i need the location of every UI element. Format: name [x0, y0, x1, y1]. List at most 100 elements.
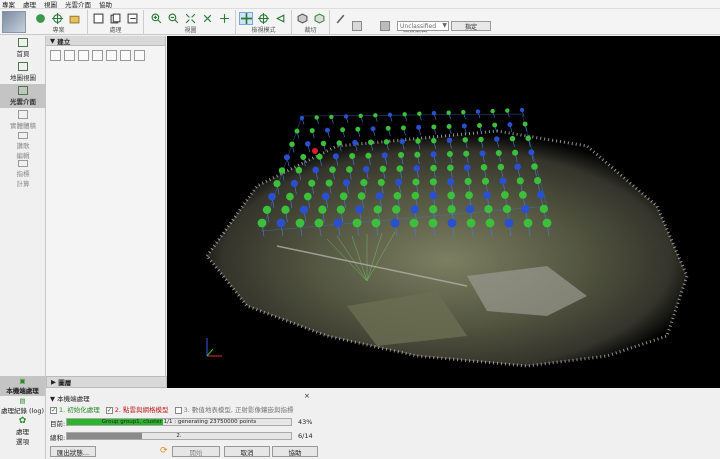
camera-marker[interactable] — [417, 111, 422, 116]
orbit-mode-icon[interactable] — [239, 12, 253, 25]
camera-marker[interactable] — [495, 150, 502, 157]
camera-marker[interactable] — [461, 109, 466, 115]
camera-marker[interactable] — [429, 191, 438, 200]
copy-icon[interactable] — [108, 12, 122, 25]
camera-marker[interactable] — [416, 124, 422, 130]
camera-marker[interactable] — [484, 204, 493, 214]
camera-marker[interactable] — [393, 191, 402, 200]
camera-marker[interactable] — [273, 180, 281, 188]
start-button[interactable]: 開始 — [172, 446, 220, 457]
menu-project[interactable]: 專案 — [2, 0, 15, 9]
camera-marker[interactable] — [332, 153, 339, 160]
camera-marker[interactable] — [343, 114, 349, 119]
camera-marker[interactable] — [539, 204, 548, 213]
step-dsm-ortho[interactable]: 3. 數值地表模型, 正射影像鑲嵌與指標 — [174, 404, 293, 414]
cancel-button[interactable]: 取消 — [224, 446, 270, 457]
assign-button[interactable]: 指定 — [451, 21, 491, 31]
camera-marker[interactable] — [276, 218, 286, 228]
lower-nav-local-processing[interactable]: ▣ 本機端處理 — [0, 376, 45, 396]
camera-marker[interactable] — [409, 218, 419, 228]
camera-marker[interactable] — [346, 166, 353, 173]
camera-marker[interactable] — [509, 135, 516, 142]
camera-marker[interactable] — [294, 128, 300, 134]
camera-marker[interactable] — [430, 164, 437, 172]
camera-marker[interactable] — [402, 112, 407, 117]
camera-marker[interactable] — [399, 138, 406, 145]
clip-box-icon[interactable] — [295, 12, 309, 25]
camera-marker[interactable] — [531, 163, 538, 170]
camera-marker[interactable] — [314, 218, 324, 228]
help-button[interactable]: 協助 — [272, 446, 318, 457]
camera-marker[interactable] — [485, 218, 495, 228]
nav-home[interactable]: 首頁 — [0, 36, 46, 60]
camera-marker[interactable] — [411, 191, 420, 200]
camera-marker[interactable] — [278, 167, 286, 174]
camera-marker[interactable] — [462, 137, 469, 143]
camera-marker[interactable] — [525, 135, 532, 142]
camera-marker[interactable] — [480, 164, 488, 171]
polyline-icon[interactable] — [64, 50, 75, 61]
camera-marker[interactable] — [414, 151, 421, 158]
camera-marker[interactable] — [431, 111, 437, 116]
camera-marker[interactable] — [308, 179, 316, 187]
camera-marker[interactable] — [316, 153, 323, 160]
layers-panel-header[interactable]: ▶ 圖層 — [46, 376, 167, 388]
camera-marker[interactable] — [505, 108, 510, 113]
lower-nav-log[interactable]: ▤ 處理紀錄 (log) — [0, 396, 45, 416]
save-icon[interactable] — [91, 12, 105, 25]
camera-marker[interactable] — [413, 165, 420, 172]
camera-marker[interactable] — [536, 190, 545, 199]
camera-marker[interactable] — [446, 123, 452, 129]
open-project-icon[interactable] — [67, 12, 81, 25]
camera-marker[interactable] — [431, 124, 437, 130]
brush-icon[interactable] — [333, 12, 347, 25]
camera-marker[interactable] — [339, 192, 348, 201]
scale-icon[interactable] — [120, 50, 131, 61]
selected-camera-marker[interactable] — [312, 148, 318, 154]
camera-marker[interactable] — [342, 179, 351, 187]
camera-marker[interactable] — [309, 128, 315, 134]
camera-marker[interactable] — [497, 163, 505, 171]
camera-marker[interactable] — [542, 218, 552, 228]
camera-marker[interactable] — [336, 140, 343, 146]
3d-viewport[interactable] — [167, 36, 720, 388]
camera-marker[interactable] — [478, 136, 484, 143]
camera-marker[interactable] — [305, 141, 311, 147]
orientation-icon[interactable] — [134, 50, 145, 61]
camera-marker[interactable] — [379, 165, 387, 173]
camera-marker[interactable] — [523, 218, 533, 228]
camera-marker[interactable] — [392, 205, 401, 214]
fit-view-icon[interactable] — [183, 12, 197, 25]
camera-marker[interactable] — [373, 205, 382, 214]
camera-marker[interactable] — [349, 153, 356, 160]
camera-marker[interactable] — [283, 154, 291, 161]
camera-marker[interactable] — [357, 192, 366, 200]
camera-marker[interactable] — [447, 164, 454, 172]
camera-marker[interactable] — [447, 218, 457, 228]
point-icon[interactable] — [50, 50, 61, 61]
step-initial-processing[interactable]: 1. 初始化處理 — [50, 404, 100, 414]
expand-icon[interactable] — [200, 12, 214, 25]
camera-marker[interactable] — [519, 107, 525, 113]
camera-marker[interactable] — [290, 179, 298, 187]
camera-marker[interactable] — [257, 218, 267, 228]
nav-raycloud[interactable]: 光雲介面 — [0, 84, 46, 108]
camera-marker[interactable] — [329, 114, 334, 120]
camera-marker[interactable] — [303, 192, 312, 201]
camera-marker[interactable] — [295, 166, 303, 174]
zoom-out-icon[interactable] — [166, 12, 180, 25]
camera-marker[interactable] — [431, 137, 437, 144]
camera-marker[interactable] — [428, 218, 438, 228]
camera-marker[interactable] — [415, 138, 421, 144]
camera-marker[interactable] — [365, 152, 372, 159]
camera-marker[interactable] — [362, 165, 370, 173]
volume-draw-icon[interactable] — [92, 50, 103, 61]
step-3-checkbox[interactable] — [174, 406, 182, 414]
camera-marker[interactable] — [398, 152, 405, 159]
camera-marker[interactable] — [324, 127, 330, 133]
camera-marker[interactable] — [262, 205, 272, 214]
camera-marker[interactable] — [373, 113, 378, 118]
grid-icon[interactable] — [106, 50, 117, 61]
camera-marker[interactable] — [429, 178, 437, 186]
camera-marker[interactable] — [325, 179, 333, 187]
